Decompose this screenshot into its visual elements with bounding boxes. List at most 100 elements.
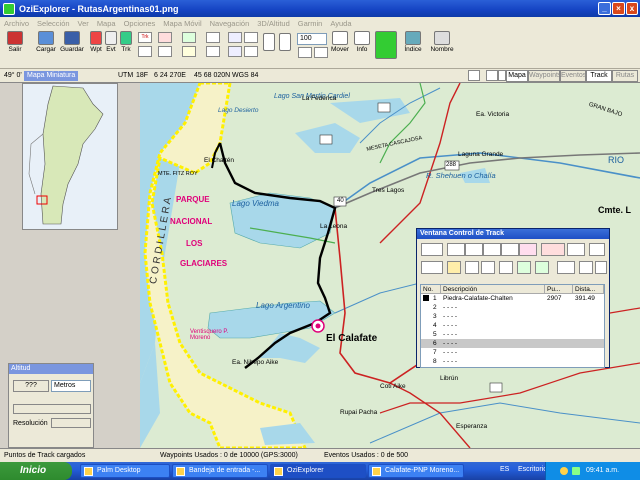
tray-icon[interactable] <box>560 467 568 475</box>
menu-navegacion[interactable]: Navegación <box>206 19 254 28</box>
track-tool-7[interactable] <box>541 243 565 256</box>
menu-seleccion[interactable]: Selección <box>33 19 74 28</box>
tool-chart-button[interactable] <box>228 32 242 43</box>
menu-archivo[interactable]: Archivo <box>0 19 33 28</box>
track-tool-12[interactable] <box>481 261 495 274</box>
tab-mapa[interactable]: Mapa <box>506 70 528 82</box>
track-tool-9[interactable] <box>421 261 443 274</box>
table-row[interactable]: 5- - - - <box>421 330 604 339</box>
indice-button[interactable]: Índice <box>402 31 424 67</box>
track-control-window[interactable]: Ventana Control de Track No. Descripción… <box>416 228 610 368</box>
menu-ayuda[interactable]: Ayuda <box>326 19 355 28</box>
unit-select[interactable]: Metros <box>51 380 91 392</box>
minimize-button[interactable]: _ <box>598 2 611 15</box>
tab-track[interactable]: Track <box>586 70 612 82</box>
tool-chart2-button[interactable] <box>228 46 242 57</box>
track-tool-13[interactable] <box>499 261 513 274</box>
tool-yellow-button[interactable] <box>182 46 196 57</box>
menu-mapa[interactable]: Mapa <box>93 19 120 28</box>
tool-box-button[interactable] <box>158 46 172 57</box>
track-tool-8[interactable] <box>589 243 605 256</box>
tool-grid-button[interactable] <box>244 32 258 43</box>
track-tool-6[interactable] <box>519 243 537 256</box>
zoom-area-button[interactable] <box>278 33 292 69</box>
table-row[interactable]: 4- - - - <box>421 321 604 330</box>
zoom-out-button[interactable] <box>298 47 312 58</box>
table-row[interactable]: 6- - - - <box>421 339 604 348</box>
desktop-toolbar[interactable]: Escritorio <box>518 466 547 473</box>
status-eventos: Eventos Usados : 0 de 500 <box>324 452 409 459</box>
track-tool-15[interactable] <box>535 261 549 274</box>
minimap[interactable] <box>22 83 118 230</box>
col-descripcion[interactable]: Descripción <box>441 285 545 294</box>
easting-readout: 6 24 270E <box>154 72 186 79</box>
wpt-button[interactable]: Wpt <box>88 31 104 67</box>
print-icon[interactable] <box>468 70 480 81</box>
task-palm-desktop[interactable]: Palm Desktop <box>80 464 170 478</box>
track-tool-2[interactable] <box>447 243 465 256</box>
tool-red-button[interactable] <box>158 32 172 43</box>
move-arrows-button[interactable] <box>374 31 398 67</box>
cargar-button[interactable]: Cargar <box>34 31 58 67</box>
tool-table-button[interactable] <box>244 46 258 57</box>
tab-eventos[interactable]: Eventos <box>560 70 586 82</box>
menu-mapa-movil[interactable]: Mapa Móvil <box>159 19 205 28</box>
trk-ui-button[interactable]: Trk UI <box>138 32 152 43</box>
table-row[interactable]: 7- - - - <box>421 348 604 357</box>
start-button[interactable]: Inicio <box>0 462 72 480</box>
menu-3d-altitud[interactable]: 3D/Altitud <box>253 19 294 28</box>
track-tool-11[interactable] <box>465 261 479 274</box>
track-tool-4[interactable] <box>483 243 501 256</box>
track-tool-5[interactable] <box>501 243 519 256</box>
close-button[interactable]: x <box>626 2 638 15</box>
tab-rutas[interactable]: Rutas <box>612 70 638 82</box>
tool-arrow-button[interactable] <box>206 46 220 57</box>
save-icon[interactable] <box>486 70 498 81</box>
dropdown-icon[interactable] <box>498 70 506 81</box>
track-tool-14[interactable] <box>517 261 531 274</box>
track-tool-1[interactable] <box>421 243 443 256</box>
track-tool-3[interactable] <box>465 243 483 256</box>
track-tool-16[interactable] <box>557 261 575 274</box>
track-tool-18[interactable] <box>595 261 607 274</box>
evt-button[interactable]: Evt <box>104 31 118 67</box>
col-no[interactable]: No. <box>421 285 441 294</box>
minimap-argentina <box>28 85 104 225</box>
col-distancia[interactable]: Dista... <box>573 285 604 294</box>
tool-route-button[interactable] <box>206 32 220 43</box>
track-help-icon[interactable] <box>567 243 585 256</box>
network-icon[interactable] <box>572 467 580 475</box>
table-row[interactable]: 8- - - - <box>421 357 604 366</box>
table-row[interactable]: 1 Piedra-Calafate-Chalten 2907 391.49 <box>421 294 604 303</box>
close-icon[interactable]: × <box>612 2 625 15</box>
task-bandeja[interactable]: Bandeja de entrada -... <box>172 464 268 478</box>
map-label-fitz-roy: MTE. FITZ ROY <box>158 171 198 177</box>
tool-green-button[interactable] <box>182 32 196 43</box>
salir-button[interactable]: Salir <box>4 31 26 67</box>
zoom-button[interactable] <box>262 33 276 69</box>
nombre-button[interactable]: Nombre <box>428 31 456 67</box>
track-tool-17[interactable] <box>579 261 593 274</box>
task-calafate[interactable]: Calafate-PNP Moreno... <box>368 464 464 478</box>
zoom-in-button[interactable] <box>314 47 328 58</box>
table-row[interactable]: 3- - - - <box>421 312 604 321</box>
clock[interactable]: 09:41 a.m. <box>586 462 619 480</box>
tab-waypoints[interactable]: Waypoints <box>528 70 561 82</box>
menu-garmin[interactable]: Garmin <box>294 19 327 28</box>
image-icon <box>372 467 381 476</box>
track-tool-10[interactable] <box>447 261 461 274</box>
mover-button[interactable]: Mover <box>330 31 350 67</box>
col-puntos[interactable]: Pu... <box>545 285 573 294</box>
table-row[interactable]: 2- - - - <box>421 303 604 312</box>
guardar-button[interactable]: Guardar <box>60 31 84 67</box>
zoom-input[interactable]: 100 <box>297 33 327 45</box>
task-oziexplorer[interactable]: OziExplorer <box>270 464 366 478</box>
tool-line-button[interactable] <box>138 46 152 57</box>
language-indicator[interactable]: ES <box>500 466 509 473</box>
menu-ver[interactable]: Ver <box>74 19 93 28</box>
info-button[interactable]: Info <box>354 31 370 67</box>
menu-opciones[interactable]: Opciones <box>120 19 160 28</box>
window-title-bar[interactable]: OziExplorer - RutasArgentinas01.png _ × … <box>0 0 640 17</box>
map-label-route-288: 288 <box>446 162 457 168</box>
trk-button[interactable]: Trk <box>118 31 134 67</box>
